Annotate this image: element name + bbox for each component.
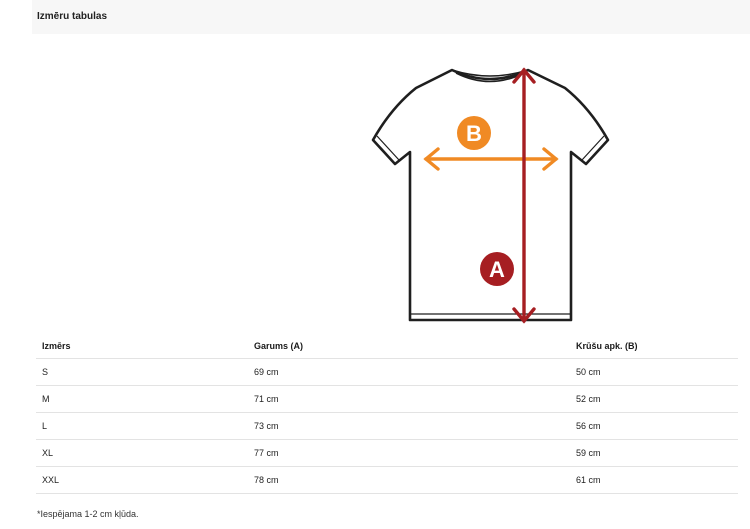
tshirt-size-diagram: B A bbox=[371, 67, 610, 324]
column-header-chest: Krūšu apk. (B) bbox=[570, 334, 738, 359]
cell-length: 69 cm bbox=[248, 358, 570, 386]
label-a: A bbox=[489, 257, 505, 282]
cell-size: S bbox=[36, 358, 248, 386]
table-header-row: Izmērs Garums (A) Krūšu apk. (B) bbox=[36, 334, 738, 359]
cell-size: XL bbox=[36, 439, 248, 467]
label-b: B bbox=[466, 121, 482, 146]
cell-chest: 61 cm bbox=[570, 466, 738, 494]
table-row: S 69 cm 50 cm bbox=[36, 358, 738, 386]
table-row: XL 77 cm 59 cm bbox=[36, 439, 738, 467]
cell-size: M bbox=[36, 385, 248, 413]
table-row: M 71 cm 52 cm bbox=[36, 385, 738, 413]
cell-length: 78 cm bbox=[248, 466, 570, 494]
cell-size: L bbox=[36, 412, 248, 440]
cell-chest: 52 cm bbox=[570, 385, 738, 413]
cell-chest: 56 cm bbox=[570, 412, 738, 440]
cell-size: XXL bbox=[36, 466, 248, 494]
cell-length: 73 cm bbox=[248, 412, 570, 440]
cell-length: 71 cm bbox=[248, 385, 570, 413]
cell-chest: 59 cm bbox=[570, 439, 738, 467]
size-table: Izmērs Garums (A) Krūšu apk. (B) S 69 cm… bbox=[36, 334, 738, 494]
column-header-length: Garums (A) bbox=[248, 334, 570, 359]
table-row: XXL 78 cm 61 cm bbox=[36, 466, 738, 494]
cell-chest: 50 cm bbox=[570, 358, 738, 386]
page-title: Izmēru tabulas bbox=[37, 11, 108, 22]
cell-length: 77 cm bbox=[248, 439, 570, 467]
column-header-size: Izmērs bbox=[36, 334, 248, 359]
table-row: L 73 cm 56 cm bbox=[36, 412, 738, 440]
header-bar bbox=[32, 0, 750, 34]
footnote: *Iespējama 1-2 cm kļūda. bbox=[37, 509, 139, 519]
